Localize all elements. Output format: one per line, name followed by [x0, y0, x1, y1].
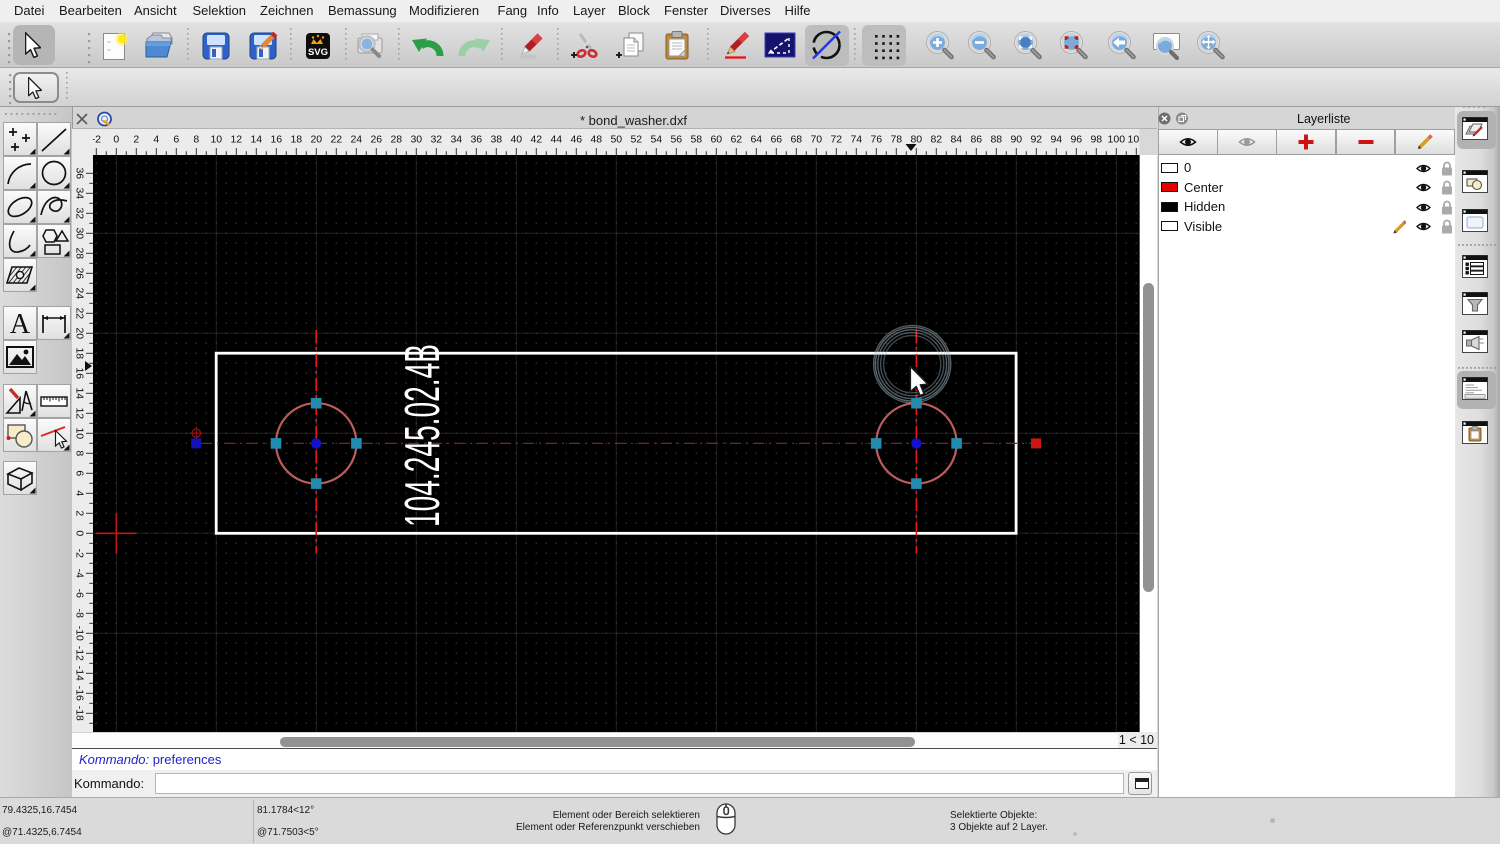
svg-text:32: 32 [74, 207, 86, 219]
svg-text:56: 56 [670, 134, 682, 145]
svg-text:18: 18 [74, 347, 86, 359]
svg-text:52: 52 [630, 134, 642, 145]
svg-text:60: 60 [710, 134, 722, 145]
svg-text:72: 72 [830, 134, 842, 145]
svg-text:38: 38 [490, 134, 502, 145]
svg-text:86: 86 [970, 134, 982, 145]
svg-text:0: 0 [113, 134, 119, 145]
svg-text:92: 92 [1030, 134, 1042, 145]
svg-text:-2: -2 [74, 549, 86, 558]
svg-text:18: 18 [290, 134, 302, 145]
svg-text:0: 0 [74, 530, 86, 536]
svg-text:-14: -14 [74, 666, 86, 681]
svg-text:70: 70 [810, 134, 822, 145]
svg-text:20: 20 [310, 134, 322, 145]
svg-text:58: 58 [690, 134, 702, 145]
svg-text:48: 48 [590, 134, 602, 145]
svg-text:102: 102 [1128, 134, 1140, 145]
svg-text:30: 30 [74, 227, 86, 239]
svg-text:34: 34 [450, 134, 462, 145]
svg-text:104.245.02.4B: 104.245.02.4B [396, 344, 450, 527]
svg-text:-10: -10 [74, 626, 86, 641]
svg-text:30: 30 [410, 134, 422, 145]
svg-text:98: 98 [1090, 134, 1102, 145]
svg-text:6: 6 [173, 134, 179, 145]
svg-text:4: 4 [74, 490, 86, 496]
svg-text:80: 80 [910, 134, 922, 145]
svg-text:78: 78 [890, 134, 902, 145]
svg-text:-4: -4 [74, 569, 86, 578]
svg-text:50: 50 [610, 134, 622, 145]
svg-text:-16: -16 [74, 686, 86, 701]
svg-text:36: 36 [470, 134, 482, 145]
svg-text:82: 82 [930, 134, 942, 145]
svg-text:88: 88 [990, 134, 1002, 145]
svg-text:8: 8 [193, 134, 199, 145]
svg-text:-12: -12 [74, 646, 86, 661]
svg-text:28: 28 [74, 247, 86, 259]
svg-text:10: 10 [210, 134, 222, 145]
svg-text:26: 26 [370, 134, 382, 145]
svg-text:62: 62 [730, 134, 742, 145]
svg-text:32: 32 [430, 134, 442, 145]
svg-text:12: 12 [230, 134, 242, 145]
svg-text:22: 22 [74, 307, 86, 319]
svg-text:-18: -18 [74, 706, 86, 721]
svg-text:2: 2 [74, 510, 86, 516]
svg-text:68: 68 [790, 134, 802, 145]
svg-text:2: 2 [133, 134, 139, 145]
svg-text:-8: -8 [74, 609, 86, 618]
svg-text:34: 34 [74, 187, 86, 199]
svg-text:76: 76 [870, 134, 882, 145]
svg-text:74: 74 [850, 134, 862, 145]
svg-text:64: 64 [750, 134, 762, 145]
svg-text:100: 100 [1108, 134, 1126, 145]
svg-text:96: 96 [1070, 134, 1082, 145]
svg-text:44: 44 [550, 134, 562, 145]
svg-text:12: 12 [74, 407, 86, 419]
svg-text:94: 94 [1050, 134, 1062, 145]
svg-text:36: 36 [74, 167, 86, 179]
svg-text:14: 14 [74, 387, 86, 399]
svg-text:14: 14 [250, 134, 262, 145]
svg-text:24: 24 [350, 134, 362, 145]
svg-text:66: 66 [770, 134, 782, 145]
svg-text:84: 84 [950, 134, 962, 145]
svg-text:6: 6 [74, 470, 86, 476]
svg-text:16: 16 [270, 134, 282, 145]
svg-text:-2: -2 [92, 134, 101, 145]
svg-text:28: 28 [390, 134, 402, 145]
svg-text:A: A [9, 309, 30, 339]
svg-text:22: 22 [330, 134, 342, 145]
svg-text:54: 54 [650, 134, 662, 145]
svg-text:46: 46 [570, 134, 582, 145]
svg-text:SVG: SVG [308, 47, 328, 58]
svg-text:8: 8 [74, 450, 86, 456]
svg-text:20: 20 [74, 327, 86, 339]
svg-text:10: 10 [74, 427, 86, 439]
svg-text:26: 26 [74, 267, 86, 279]
svg-text:16: 16 [74, 367, 86, 379]
svg-text:-6: -6 [74, 589, 86, 598]
svg-text:24: 24 [74, 287, 86, 299]
svg-text:40: 40 [510, 134, 522, 145]
svg-text:4: 4 [153, 134, 159, 145]
svg-text:90: 90 [1010, 134, 1022, 145]
svg-text:42: 42 [530, 134, 542, 145]
